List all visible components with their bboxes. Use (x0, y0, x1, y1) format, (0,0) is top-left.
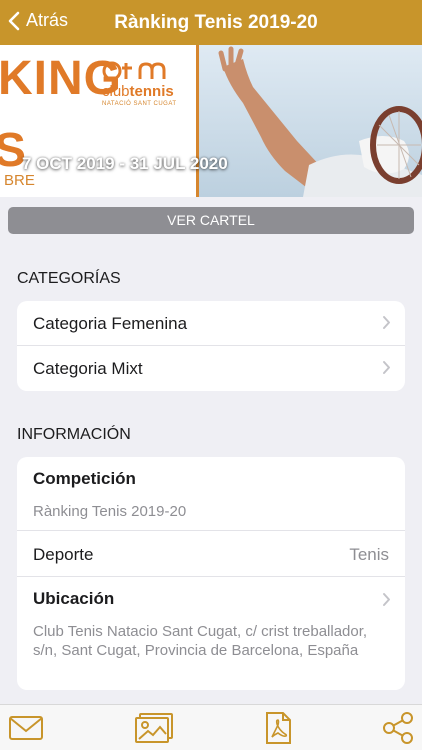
club-logo-subtitle: NATACIÓ SANT CUGAT (102, 101, 177, 107)
tennis-photo (199, 45, 422, 197)
sport-label: Deporte (33, 545, 94, 564)
share-icon (383, 712, 413, 744)
navigation-bar: Atrás Rànking Tenis 2019-20 (0, 0, 422, 45)
categories-heading: CATEGORÍAS (17, 270, 121, 287)
category-item-femenina[interactable]: Categoria Femenina (17, 301, 405, 346)
location-block[interactable]: Ubicación Club Tenis Natacio Sant Cugat,… (17, 577, 405, 690)
poster-dates: 7 OCT 2019 - 31 JUL 2020 (22, 154, 228, 173)
info-card: Competición Rànking Tenis 2019-20 Deport… (17, 457, 405, 690)
competition-block: Competición Rànking Tenis 2019-20 (17, 457, 405, 531)
info-heading: INFORMACIÓN (17, 426, 131, 443)
mail-button[interactable] (6, 711, 46, 745)
pdf-button[interactable] (258, 711, 298, 745)
pdf-icon (266, 712, 291, 744)
view-poster-button[interactable]: VER CARTEL (8, 207, 414, 234)
competition-title: Competición (33, 469, 136, 488)
categories-list: Categoria Femenina Categoria Mixt (17, 301, 405, 391)
share-button[interactable] (378, 711, 418, 745)
page-title: Rànking Tenis 2019-20 (114, 12, 318, 33)
chevron-right-icon (383, 593, 390, 606)
category-label: Categoria Femenina (33, 314, 188, 333)
poster-banner: KING S BRE clubtennis NATACIÓ SANT CUGAT (0, 45, 422, 197)
poster-small-word: BRE (4, 172, 35, 189)
category-item-mixt[interactable]: Categoria Mixt (17, 346, 405, 391)
location-address: Club Tenis Natacio Sant Cugat, c/ crist … (33, 623, 368, 659)
chevron-right-icon (383, 361, 390, 374)
gallery-button[interactable] (134, 711, 174, 745)
bottom-toolbar (0, 704, 422, 750)
chevron-right-icon (383, 316, 390, 329)
sport-value: Tenis (349, 545, 389, 564)
category-label: Categoria Mixt (33, 359, 143, 378)
sport-row: Deporte Tenis (17, 531, 405, 577)
location-title: Ubicación (33, 589, 115, 608)
image-icon (135, 713, 173, 743)
club-logo-icon (102, 61, 166, 81)
club-logo-text: clubtennis (102, 83, 174, 100)
tennis-player-image (199, 45, 422, 197)
competition-value: Rànking Tenis 2019-20 (33, 503, 187, 520)
mail-icon (9, 716, 43, 740)
